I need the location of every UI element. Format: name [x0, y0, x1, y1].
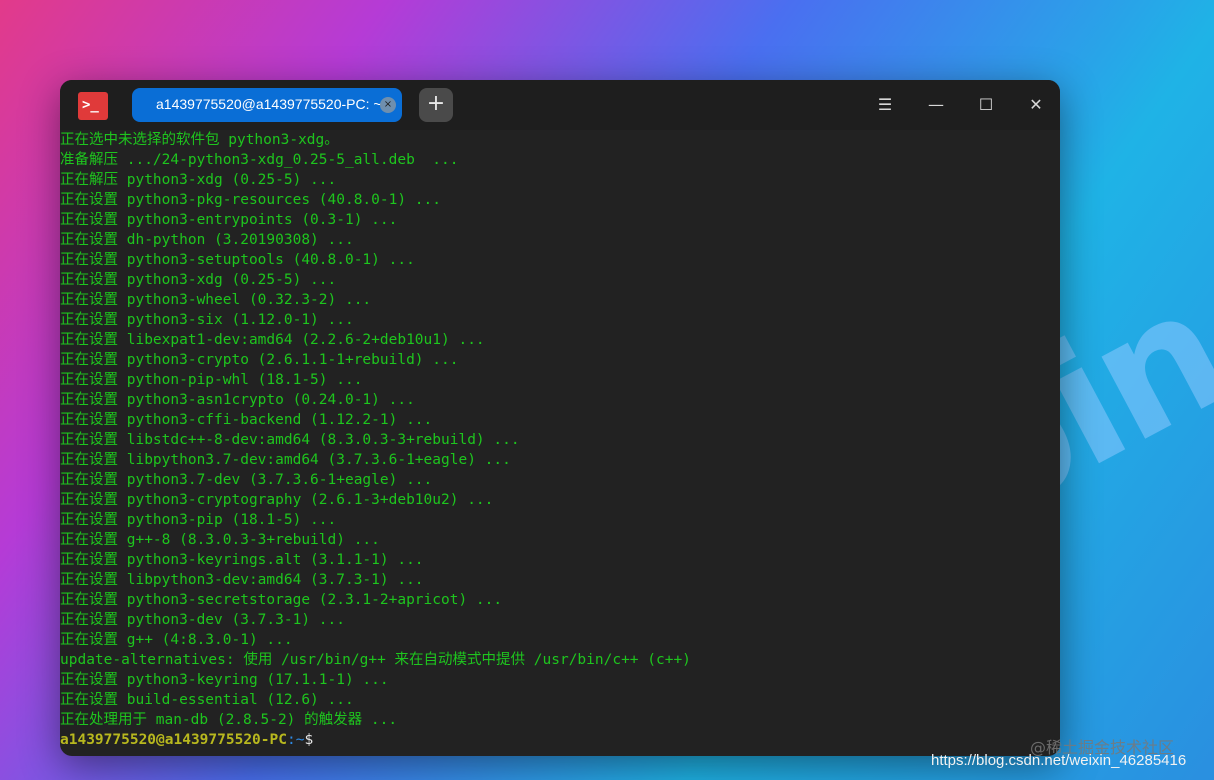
- terminal-line: 正在设置 build-essential (12.6) ...: [60, 692, 354, 708]
- terminal-line: 正在处理用于 man-db (2.8.5-2) 的触发器 ...: [60, 712, 398, 728]
- terminal-line: 正在设置 python3-cryptography (2.6.1-3+deb10…: [60, 492, 494, 508]
- new-tab-button[interactable]: +: [419, 88, 453, 122]
- terminal-line: 正在设置 python3-dev (3.7.3-1) ...: [60, 612, 345, 628]
- terminal-line: 正在设置 python3-secretstorage (2.3.1-2+apri…: [60, 592, 503, 608]
- terminal-line: 正在设置 python3-entrypoints (0.3-1) ...: [60, 212, 398, 228]
- terminal-line: 正在设置 libstdc++-8-dev:amd64 (8.3.0.3-3+re…: [60, 432, 520, 448]
- terminal-line: 准备解压 .../24-python3-xdg_0.25-5_all.deb .…: [60, 152, 459, 168]
- terminal-line: 正在设置 python3-cffi-backend (1.12.2-1) ...: [60, 412, 433, 428]
- terminal-line: 正在设置 python3-wheel (0.32.3-2) ...: [60, 292, 372, 308]
- minimize-icon[interactable]: —: [924, 93, 948, 117]
- title-bar: >_ a1439775520@a1439775520-PC: ~ × + ☰ —…: [60, 80, 1060, 130]
- terminal-line: 正在设置 python3-keyring (17.1.1-1) ...: [60, 672, 389, 688]
- terminal-line: 正在设置 python3-pkg-resources (40.8.0-1) ..…: [60, 192, 441, 208]
- terminal-line: 正在设置 g++ (4:8.3.0-1) ...: [60, 632, 293, 648]
- terminal-line: 正在选中未选择的软件包 python3-xdg。: [60, 132, 339, 148]
- terminal-line: 正在设置 libpython3.7-dev:amd64 (3.7.3.6-1+e…: [60, 452, 511, 468]
- terminal-app-icon: >_: [78, 92, 108, 120]
- tab-close-icon[interactable]: ×: [380, 97, 396, 113]
- prompt-symbol: $: [304, 732, 314, 748]
- prompt-user: a1439775520@a1439775520-PC: [60, 732, 287, 748]
- menu-icon[interactable]: ☰: [873, 93, 897, 117]
- close-icon[interactable]: ✕: [1024, 93, 1048, 117]
- tab-title: a1439775520@a1439775520-PC: ~: [156, 96, 382, 112]
- terminal-line: 正在设置 python3-xdg (0.25-5) ...: [60, 272, 337, 288]
- terminal-line: 正在设置 python3-crypto (2.6.1.1-1+rebuild) …: [60, 352, 459, 368]
- terminal-line: 正在设置 libexpat1-dev:amd64 (2.2.6-2+deb10u…: [60, 332, 485, 348]
- maximize-icon[interactable]: ☐: [974, 93, 998, 117]
- terminal-line: 正在设置 dh-python (3.20190308) ...: [60, 232, 354, 248]
- terminal-prompt-line[interactable]: a1439775520@a1439775520-PC:~$: [60, 730, 1060, 750]
- tab-terminal[interactable]: a1439775520@a1439775520-PC: ~ ×: [132, 88, 402, 122]
- terminal-window: >_ a1439775520@a1439775520-PC: ~ × + ☰ —…: [60, 80, 1060, 756]
- terminal-line: 正在解压 python3-xdg (0.25-5) ...: [60, 172, 337, 188]
- terminal-line: 正在设置 python3-pip (18.1-5) ...: [60, 512, 337, 528]
- csdn-watermark: https://blog.csdn.net/weixin_46285416: [931, 752, 1187, 769]
- terminal-line: 正在设置 libpython3-dev:amd64 (3.7.3-1) ...: [60, 572, 424, 588]
- terminal-line: 正在设置 python-pip-whl (18.1-5) ...: [60, 372, 363, 388]
- terminal-line: 正在设置 python3.7-dev (3.7.3.6-1+eagle) ...: [60, 472, 433, 488]
- terminal-output[interactable]: 正在选中未选择的软件包 python3-xdg。 准备解压 .../24-pyt…: [60, 130, 1060, 756]
- terminal-line: 正在设置 python3-six (1.12.0-1) ...: [60, 312, 354, 328]
- prompt-path: :~: [286, 732, 305, 748]
- terminal-line: 正在设置 python3-asn1crypto (0.24.0-1) ...: [60, 392, 415, 408]
- terminal-line: 正在设置 g++-8 (8.3.0.3-3+rebuild) ...: [60, 532, 380, 548]
- terminal-line: update-alternatives: 使用 /usr/bin/g++ 来在自…: [60, 652, 691, 668]
- terminal-line: 正在设置 python3-keyrings.alt (3.1.1-1) ...: [60, 552, 424, 568]
- terminal-line: 正在设置 python3-setuptools (40.8.0-1) ...: [60, 252, 415, 268]
